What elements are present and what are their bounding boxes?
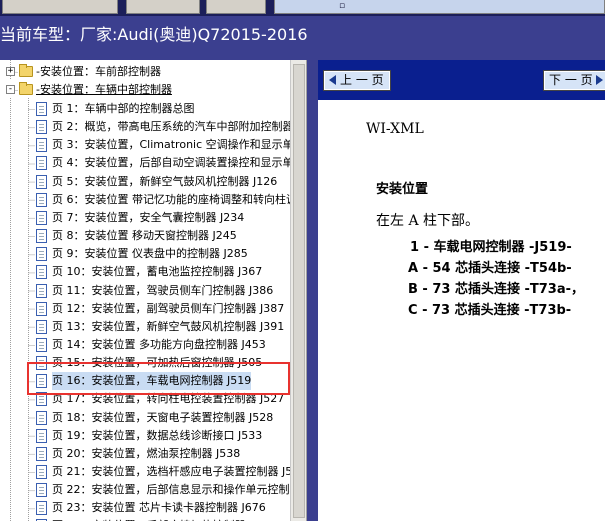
document-page-icon bbox=[36, 465, 47, 479]
selection-highlight-box bbox=[27, 362, 290, 395]
tree-page-label: 页 7：安装位置，安全气囊控制器 J234 bbox=[52, 210, 245, 224]
navigation-tree: + -安装位置：车前部控制器 - -安装位置：车辆中部控制器页 1：车辆中部的控制器总… bbox=[0, 60, 307, 521]
tree-page-label: 页 21：安装位置，选档杆感应电子装置控制器 J587 bbox=[52, 465, 307, 478]
document-page-icon bbox=[36, 410, 47, 425]
document-page-icon bbox=[36, 102, 47, 116]
previous-page-label: 上 一 页 bbox=[340, 73, 384, 87]
tree-page-label: 页 2：概览，带高电压系统的汽车中部附加控制器 bbox=[52, 120, 294, 134]
document-page-icon bbox=[36, 265, 47, 280]
top-toolbar: ▫ bbox=[0, 0, 605, 16]
folder-icon bbox=[19, 82, 33, 95]
document-page-icon bbox=[36, 138, 47, 153]
tree-page-label: 页 24：安装位置，后部座椅加热控制器 J786 bbox=[52, 517, 273, 521]
right-arrow-icon bbox=[595, 75, 603, 85]
tree-page-label: 页 22：安装位置，后部信息显示和操作单元控制器 bbox=[52, 483, 301, 497]
tree-page-label: 页 10：安装位置，蓄电池监控控制器 J367 bbox=[52, 265, 263, 279]
document-page-icon bbox=[36, 229, 47, 243]
toolbar-button-3[interactable] bbox=[206, 0, 266, 14]
document-page-icon bbox=[36, 301, 47, 316]
connector-item: A - 54 芯插头连接 -T54b- bbox=[408, 261, 572, 276]
current-car-type: 当前车型：厂家:Audi(奥迪)Q72015-2016 bbox=[0, 25, 308, 44]
tree-page-label: 页 1：车辆中部的控制器总图 bbox=[52, 102, 195, 115]
expand-icon[interactable]: + bbox=[6, 67, 15, 76]
document-page-icon bbox=[36, 501, 47, 516]
connector-item: B - 73 芯插头连接 -T73a-， bbox=[408, 282, 585, 297]
tree-page-label: 页 12：安装位置，副驾驶员侧车门控制器 J387 bbox=[52, 301, 285, 315]
tree-scrollbar-thumb[interactable] bbox=[293, 64, 305, 518]
toolbar-button-4[interactable]: ▫ bbox=[274, 0, 605, 14]
next-page-button[interactable]: 下 一 页 bbox=[543, 70, 605, 91]
tree-page-label: 页 18：安装位置，天窗电子装置控制器 J528 bbox=[52, 410, 274, 424]
tree-page-label: 页 5：安装位置，新鲜空气鼓风机控制器 J126 bbox=[52, 174, 278, 188]
next-page-label: 下 一 页 bbox=[549, 73, 593, 87]
folder-icon bbox=[19, 64, 33, 77]
document-page-icon bbox=[36, 156, 47, 171]
tree-page-label: 页 23：安装位置 芯片卡读卡器控制器 J676 bbox=[52, 501, 266, 515]
section-title: 安装位置 bbox=[376, 182, 429, 197]
tree-page-label: 页 11：安装位置，驾驶员侧车门控制器 J386 bbox=[52, 283, 274, 297]
tree-page-label: 页 19：安装位置，数据总线诊断接口 J533 bbox=[52, 428, 263, 442]
toolbar-button-1[interactable] bbox=[2, 0, 118, 14]
wi-xml-label: WI-XML bbox=[366, 121, 424, 137]
tree-page-label: 页 14：安装位置 多功能方向盘控制器 J453 bbox=[52, 337, 266, 351]
tree-page-label: 页 3：安装位置，Climatronic 空调操作和显示单元 bbox=[52, 138, 305, 152]
tree-page-label: 页 13：安装位置，新鲜空气鼓风机控制器 J391 bbox=[52, 319, 285, 333]
tree-page-label: 页 9：安装位置 仪表盘中的控制器 J285 bbox=[52, 247, 248, 261]
tree-page-label: 页 6：安装位置 带记忆功能的座椅调整和转向柱调整 bbox=[52, 192, 307, 206]
document-page-icon bbox=[36, 483, 47, 498]
document-page-icon bbox=[36, 337, 47, 352]
tree-folder-label: -安装位置：车辆中部控制器 bbox=[36, 83, 172, 96]
document-page-icon bbox=[36, 428, 47, 443]
document-page-icon bbox=[36, 283, 47, 298]
page-navigation-bar: 上 一 页 下 一 页 bbox=[318, 60, 605, 100]
tree-folder-label: -安装位置：车前部控制器 bbox=[36, 65, 161, 78]
component-item: 1 - 车载电网控制器 -J519- bbox=[410, 240, 572, 255]
document-page-icon bbox=[36, 192, 47, 207]
document-page-icon bbox=[36, 174, 47, 189]
connector-item: C - 73 芯插头连接 -T73b- bbox=[408, 303, 572, 318]
document-page-icon bbox=[36, 319, 47, 334]
document-page-icon bbox=[36, 120, 47, 135]
header-bar: 当前车型：厂家:Audi(奥迪)Q72015-2016 bbox=[0, 16, 605, 60]
tree-page-label: 页 20：安装位置，燃油泵控制器 J538 bbox=[52, 446, 241, 460]
document-viewer: 上 一 页 下 一 页 WI-XML 安装位置 在左 A 柱下部。 1 - 车载… bbox=[318, 60, 605, 521]
document-page-icon bbox=[36, 210, 47, 225]
collapse-icon[interactable]: - bbox=[6, 85, 15, 94]
document-page-icon bbox=[36, 446, 47, 461]
previous-page-button[interactable]: 上 一 页 bbox=[323, 70, 391, 91]
tree-scrollbar[interactable] bbox=[290, 60, 306, 521]
tree-page-label: 页 8：安装位置 移动天窗控制器 J245 bbox=[52, 229, 237, 242]
location-description: 在左 A 柱下部。 bbox=[376, 213, 480, 229]
document-page-icon bbox=[36, 247, 47, 262]
small-square-icon: ▫ bbox=[339, 1, 346, 11]
toolbar-button-2[interactable] bbox=[126, 0, 200, 14]
tree-page-label: 页 4：安装位置，后部自动空调装置操控和显示单元 bbox=[52, 156, 305, 170]
left-arrow-icon bbox=[329, 75, 336, 85]
